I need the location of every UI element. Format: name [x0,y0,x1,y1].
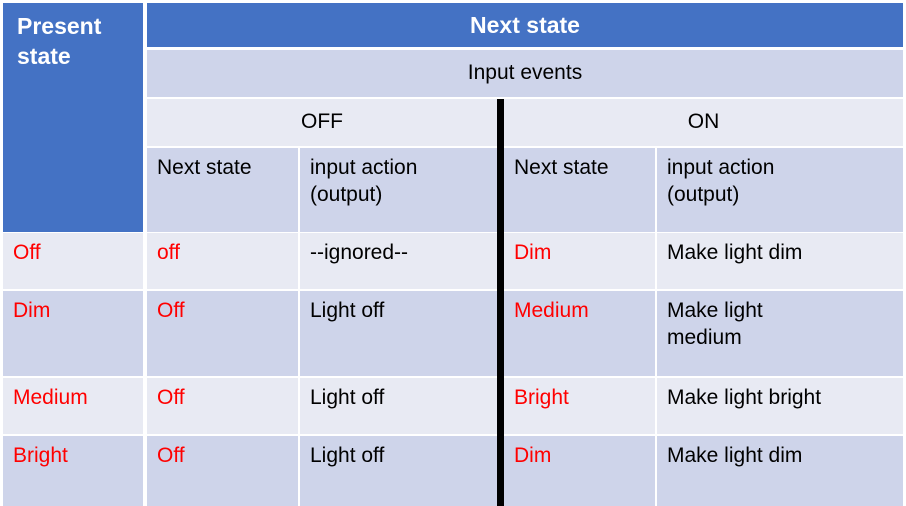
table-row: off [147,233,298,289]
table-row: Off [147,378,298,434]
table-row: Dim [504,436,655,506]
table-row: Medium [504,291,655,376]
present-state-header: Present state [3,3,143,232]
table-row: Off [147,291,298,376]
table-row: Make light bright [657,378,903,434]
subheader-off-next-state: Next state [147,148,298,232]
table-row: Bright [3,436,143,506]
subheader-off-input-action: input action (output) [300,148,497,232]
table-row: Light off [300,378,497,434]
table-row: Make light medium [657,291,903,376]
table-row: Medium [3,378,143,434]
input-event-group-on: ON [504,99,903,146]
table-row: Light off [300,436,497,506]
table-row: Light off [300,291,497,376]
table-row: Dim [504,233,655,289]
table-row: Dim [3,291,143,376]
subheader-on-input-action: input action (output) [657,148,903,232]
table-row: Off [3,233,143,289]
table-row: Bright [504,378,655,434]
input-events-label: Input events [147,50,903,97]
table-row: --ignored-- [300,233,497,289]
table-row: Off [147,436,298,506]
state-transition-table: Present state Next state Input events OF… [0,0,906,506]
table-row: Make light dim [657,436,903,506]
off-on-section-divider [497,99,504,506]
table-row: Make light dim [657,233,903,289]
input-event-group-off: OFF [147,99,497,146]
subheader-on-next-state: Next state [504,148,655,232]
next-state-banner: Next state [147,3,903,47]
